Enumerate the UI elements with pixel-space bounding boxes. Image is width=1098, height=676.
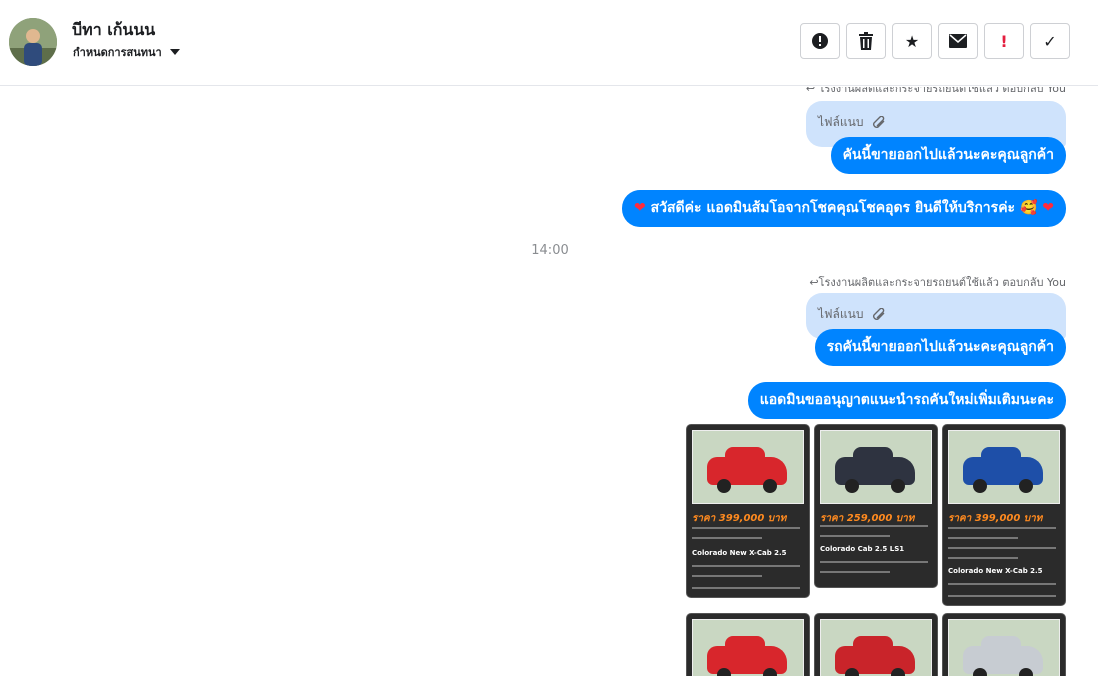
contact-name[interactable]: บีทา เก้นนน xyxy=(72,18,155,43)
car-price: ราคา 399,000 บาท xyxy=(948,513,1043,524)
caret-down-icon xyxy=(169,49,180,55)
heart-icon: ❤ xyxy=(1042,200,1054,216)
car-price: ราคา 399,000 บาท xyxy=(692,513,787,524)
message-bubble[interactable]: รถคันนี้ขายออกไปแล้วนะคะคุณลูกค้า xyxy=(814,329,1066,366)
message-bubble[interactable]: คันนี้ขายออกไปแล้วนะคะคุณลูกค้า xyxy=(830,137,1066,174)
car-model: Colorado New X-Cab 2.5 xyxy=(948,567,1043,575)
important-button[interactable]: ! xyxy=(984,23,1024,59)
message-bubble[interactable]: แอดมินขออนุญาตแนะนำรถคันใหม่เพิ่มเติมนะค… xyxy=(747,382,1066,419)
car-photo xyxy=(820,619,932,676)
car-listing-card[interactable]: ราคา 399,000 บาท Colorado New X-Cab 2.5 xyxy=(686,424,810,598)
conversation-assign-dropdown[interactable]: กำหนดการสนทนา xyxy=(73,43,180,61)
car-listing-card[interactable] xyxy=(814,613,938,676)
attachment-label: ไฟล์แนบ xyxy=(818,307,864,321)
spam-button[interactable] xyxy=(800,23,840,59)
conversation-assign-label: กำหนดการสนทนา xyxy=(73,46,162,59)
car-photo xyxy=(692,619,804,676)
paperclip-icon xyxy=(873,115,885,128)
mark-unread-button[interactable] xyxy=(938,23,978,59)
delete-button[interactable] xyxy=(846,23,886,59)
car-listing-card[interactable] xyxy=(942,613,1066,676)
car-listing-card[interactable] xyxy=(686,613,810,676)
car-photo xyxy=(948,430,1060,504)
attachment-label: ไฟล์แนบ xyxy=(818,115,864,129)
car-listing-card[interactable]: ราคา 259,000 บาท Colorado Cab 2.5 LS1 xyxy=(814,424,938,588)
car-model: Colorado New X-Cab 2.5 xyxy=(692,549,787,557)
star-button[interactable]: ★ xyxy=(892,23,932,59)
message-timestamp: 14:00 xyxy=(531,243,569,258)
car-photo xyxy=(692,430,804,504)
alert-circle-icon xyxy=(812,33,828,49)
reply-context-note: ↩โรงงานผลิตและกระจายรถยนต์ใช้แล้ว ตอบกลั… xyxy=(809,276,1066,289)
car-price: ราคา 259,000 บาท xyxy=(820,513,915,524)
trash-icon xyxy=(859,32,873,50)
car-listing-card[interactable]: ราคา 399,000 บาท Colorado New X-Cab 2.5 xyxy=(942,424,1066,606)
reply-context-note: ↩ โรงงานผลิตและกระจายรถยนต์ใช้แล้ว ตอบกล… xyxy=(805,87,1066,95)
car-photo xyxy=(948,619,1060,676)
envelope-icon xyxy=(949,34,967,48)
greeting-message-text: สวัสดีค่ะ แอดมินส้มโอจากโชคคุณโชคอุดร ยิ… xyxy=(650,200,1038,216)
conversation-header: บีทา เก้นนน กำหนดการสนทนา ★ ! ✓ xyxy=(0,0,1098,86)
exclamation-icon: ! xyxy=(1000,31,1008,51)
mark-done-button[interactable]: ✓ xyxy=(1030,23,1070,59)
car-photo xyxy=(820,430,932,504)
paperclip-icon xyxy=(873,307,885,320)
heart-icon: ❤ xyxy=(634,200,646,216)
star-icon: ★ xyxy=(904,31,920,51)
message-thread[interactable]: ↩ โรงงานผลิตและกระจายรถยนต์ใช้แล้ว ตอบกล… xyxy=(0,87,1098,676)
contact-avatar[interactable] xyxy=(9,18,57,66)
conversation-toolbar: ★ ! ✓ xyxy=(800,23,1070,59)
car-model: Colorado Cab 2.5 LS1 xyxy=(820,545,905,553)
checkmark-icon: ✓ xyxy=(1043,31,1057,51)
greeting-message-bubble[interactable]: ❤ สวัสดีค่ะ แอดมินส้มโอจากโชคคุณโชคอุดร … xyxy=(622,190,1066,227)
